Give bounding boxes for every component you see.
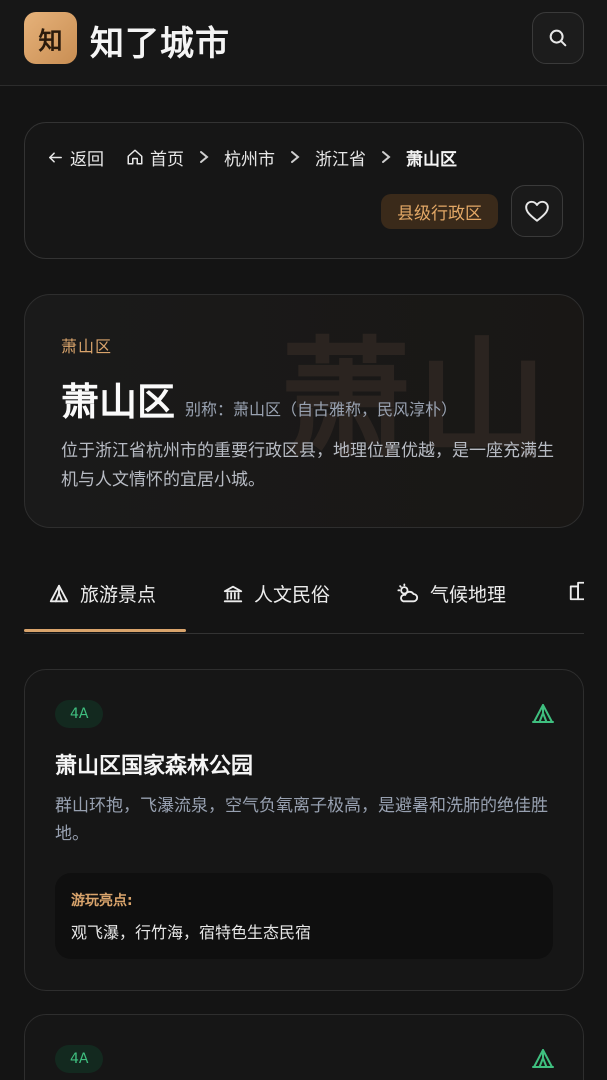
tent-icon (532, 704, 554, 723)
heart-icon (525, 200, 549, 222)
rating-badge: 4A (55, 700, 104, 728)
region-description: 位于浙江省杭州市的重要行政区县，地理位置优越，是一座充满生机与人文情怀的宜居小城… (61, 441, 554, 490)
building-icon (569, 581, 584, 601)
highlight-text: 观飞瀑，行竹海，宿特色生态民宿 (71, 923, 312, 942)
attraction-description: 群山环抱，飞瀑流泉，空气负氧离子极高，是避暑和洗肺的绝佳胜地。 (55, 796, 548, 844)
app-header: 知 知了城市 (0, 0, 607, 86)
region-eyebrow: 萧山区 (61, 337, 113, 356)
chevron-right-icon (198, 150, 210, 164)
tab-attractions[interactable]: 旅游景点 (48, 580, 156, 607)
museum-icon (223, 585, 243, 602)
search-button[interactable] (532, 12, 584, 64)
breadcrumb-home[interactable]: 首页 (126, 145, 184, 170)
chevron-right-icon (289, 150, 301, 164)
breadcrumb-item-current: 萧山区 (406, 149, 457, 170)
active-tab-indicator (24, 629, 186, 632)
region-hero-card: 萧山 萧山区 萧山区 别称：萧山区（自古雅称，民风淳朴） 位于浙江省杭州市的重要… (24, 294, 584, 528)
attraction-title: 萧山区国家森林公园 (55, 754, 254, 779)
tab-label: 旅游景点 (80, 584, 157, 606)
breadcrumb-item-city[interactable]: 杭州市 (224, 145, 275, 170)
region-level-badge: 县级行政区 (381, 194, 498, 229)
attraction-card[interactable]: 4A 萧山区国家森林公园 群山环抱，飞瀑流泉，空气负氧离子极高，是避暑和洗肺的绝… (24, 669, 584, 991)
breadcrumb-item-province[interactable]: 浙江省 (315, 145, 366, 170)
home-icon (127, 149, 143, 165)
attraction-card[interactable]: 4A (24, 1014, 584, 1080)
breadcrumb: 返回 首页 杭州市 浙江省 萧山区 (47, 145, 457, 170)
region-title-row: 萧山区 别称：萧山区（自古雅称，民风淳朴） (61, 371, 457, 426)
tab-label: 人文民俗 (254, 584, 331, 606)
rating-badge: 4A (55, 1045, 104, 1073)
breadcrumb-card: 返回 首页 杭州市 浙江省 萧山区 县级行政区 (24, 122, 584, 259)
category-tabs: 旅游景点 人文民俗 气候地理 (24, 570, 584, 634)
highlight-label: 游玩亮点: (71, 893, 133, 909)
app-title[interactable]: 知了城市 (90, 16, 230, 65)
home-label: 首页 (150, 149, 184, 170)
tent-icon (49, 584, 69, 602)
back-link[interactable]: 返回 (47, 145, 104, 170)
tent-icon (532, 1049, 554, 1068)
app-logo[interactable]: 知 (24, 12, 77, 64)
tab-climate[interactable]: 气候地理 (396, 580, 506, 607)
arrow-left-icon (49, 151, 62, 163)
region-alias: 别称：萧山区（自古雅称，民风淳朴） (185, 400, 458, 419)
region-title: 萧山区 (61, 379, 176, 424)
back-label: 返回 (70, 149, 104, 170)
highlight-box: 游玩亮点: 观飞瀑，行竹海，宿特色生态民宿 (55, 873, 553, 959)
tab-culture[interactable]: 人文民俗 (222, 580, 330, 607)
tab-more[interactable] (568, 580, 584, 602)
search-icon (549, 29, 567, 47)
favorite-button[interactable] (511, 185, 563, 237)
tab-label: 气候地理 (430, 584, 507, 606)
weather-icon (397, 582, 419, 602)
chevron-right-icon (380, 150, 392, 164)
